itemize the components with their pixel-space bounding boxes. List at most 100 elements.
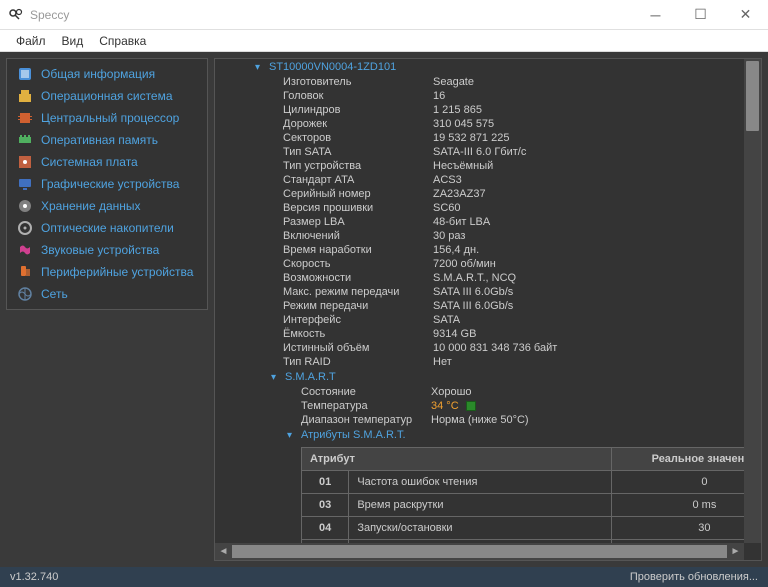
sidebar-item[interactable]: Периферийные устройства	[7, 261, 207, 283]
prop-value: 48-бит LBA	[433, 215, 490, 229]
prop-key: Режим передачи	[283, 299, 433, 313]
prop-key: Скорость	[283, 257, 433, 271]
prop-row: Скорость7200 об/мин	[215, 257, 744, 271]
smart-temp-row: Температура 34 °C	[215, 399, 744, 413]
app-icon	[8, 7, 24, 23]
sidebar-icon	[17, 66, 33, 82]
cell-real: 0	[611, 471, 744, 494]
scroll-thumb-h[interactable]	[232, 545, 727, 558]
sidebar-item[interactable]: Оптические накопители	[7, 217, 207, 239]
sidebar-label: Оптические накопители	[41, 221, 174, 235]
sidebar: Общая информация Операционная система Цент…	[0, 52, 214, 567]
sidebar-icon	[17, 132, 33, 148]
sidebar-icon	[17, 264, 33, 280]
sidebar-item[interactable]: Операционная система	[7, 85, 207, 107]
close-button[interactable]: ✕	[723, 0, 768, 29]
horizontal-scrollbar[interactable]: ◄ ►	[215, 543, 744, 560]
prop-row: Тип SATASATA-III 6.0 Гбит/с	[215, 145, 744, 159]
cell-name: Частота ошибок чтения	[349, 471, 611, 494]
content-inner: ▾ ST10000VN0004-1ZD101 ИзготовительSeaga…	[215, 59, 744, 543]
menubar: Файл Вид Справка	[0, 30, 768, 52]
sidebar-item[interactable]: Хранение данных	[7, 195, 207, 217]
scroll-right-icon[interactable]: ►	[727, 546, 744, 557]
th-real: Реальное значение	[611, 448, 744, 471]
sidebar-label: Общая информация	[41, 67, 155, 81]
label: Состояние	[301, 385, 431, 399]
prop-key: Головок	[283, 89, 433, 103]
smart-header[interactable]: ▾ S.M.A.R.T	[215, 369, 744, 385]
smart-status-row: Состояние Хорошо	[215, 385, 744, 399]
sidebar-item[interactable]: Графические устройства	[7, 173, 207, 195]
prop-value: Нет	[433, 355, 452, 369]
device-name: ST10000VN0004-1ZD101	[269, 61, 396, 73]
value: 34 °C	[431, 399, 476, 413]
content-pane: ▾ ST10000VN0004-1ZD101 ИзготовительSeaga…	[214, 52, 768, 567]
content-box: ▾ ST10000VN0004-1ZD101 ИзготовительSeaga…	[214, 58, 762, 561]
smart-table: Атрибут Реальное значение Текущее Наи 01…	[301, 447, 744, 543]
cell-id: 01	[302, 471, 349, 494]
prop-row: Макс. режим передачиSATA III 6.0Gb/s	[215, 285, 744, 299]
sidebar-label: Операционная система	[41, 89, 173, 103]
vertical-scrollbar[interactable]	[744, 59, 761, 543]
prop-row: ИзготовительSeagate	[215, 75, 744, 89]
sidebar-item[interactable]: Оперативная память	[7, 129, 207, 151]
sidebar-item[interactable]: Общая информация	[7, 63, 207, 85]
prop-value: SATA III 6.0Gb/s	[433, 285, 513, 299]
sidebar-label: Центральный процессор	[41, 111, 179, 125]
collapse-icon: ▾	[255, 62, 265, 73]
sidebar-item[interactable]: Системная плата	[7, 151, 207, 173]
prop-key: Интерфейс	[283, 313, 433, 327]
sidebar-icon	[17, 242, 33, 258]
device-header[interactable]: ▾ ST10000VN0004-1ZD101	[215, 59, 744, 75]
scroll-left-icon[interactable]: ◄	[215, 546, 232, 557]
smart-attrs-header[interactable]: ▾ Атрибуты S.M.A.R.T.	[215, 427, 744, 443]
prop-value: 1 215 865	[433, 103, 482, 117]
prop-row: Режим передачиSATA III 6.0Gb/s	[215, 299, 744, 313]
titlebar: Speccy ─ ☐ ✕	[0, 0, 768, 30]
prop-key: Дорожек	[283, 117, 433, 131]
prop-value: Несъёмный	[433, 159, 493, 173]
prop-row: Ёмкость9314 GB	[215, 327, 744, 341]
prop-row: ИнтерфейсSATA	[215, 313, 744, 327]
sidebar-icon	[17, 198, 33, 214]
prop-row: Истинный объём10 000 831 348 736 байт	[215, 341, 744, 355]
cell-name: Время раскрутки	[349, 494, 611, 517]
prop-value: S.M.A.R.T., NCQ	[433, 271, 516, 285]
collapse-icon: ▾	[271, 372, 281, 383]
sidebar-label: Графические устройства	[41, 177, 179, 191]
prop-value: SATA-III 6.0 Гбит/с	[433, 145, 526, 159]
prop-key: Секторов	[283, 131, 433, 145]
temp-indicator-icon	[466, 401, 476, 411]
window-title: Speccy	[30, 8, 633, 22]
prop-row: Время наработки156,4 дн.	[215, 243, 744, 257]
collapse-icon: ▾	[287, 430, 297, 441]
maximize-button[interactable]: ☐	[678, 0, 723, 29]
sidebar-icon	[17, 110, 33, 126]
prop-key: Тип RAID	[283, 355, 433, 369]
prop-value: 30 раз	[433, 229, 465, 243]
check-updates-link[interactable]: Проверить обновления...	[630, 571, 758, 583]
prop-key: Стандарт ATA	[283, 173, 433, 187]
menu-file[interactable]: Файл	[8, 32, 54, 50]
prop-row: Стандарт ATAACS3	[215, 173, 744, 187]
prop-key: Изготовитель	[283, 75, 433, 89]
scroll-thumb[interactable]	[746, 61, 759, 131]
menu-view[interactable]: Вид	[54, 32, 92, 50]
sidebar-item[interactable]: Сеть	[7, 283, 207, 305]
prop-row: Дорожек310 045 575	[215, 117, 744, 131]
label: Температура	[301, 399, 431, 413]
sidebar-item[interactable]: Звуковые устройства	[7, 239, 207, 261]
prop-value: 10 000 831 348 736 байт	[433, 341, 557, 355]
cell-name: Запуски/остановки	[349, 517, 611, 540]
prop-row: Тип устройстваНесъёмный	[215, 159, 744, 173]
prop-row: Серийный номерZA23AZ37	[215, 187, 744, 201]
prop-key: Размер LBA	[283, 215, 433, 229]
cell-real: 30	[611, 517, 744, 540]
menu-help[interactable]: Справка	[91, 32, 154, 50]
sidebar-item[interactable]: Центральный процессор	[7, 107, 207, 129]
minimize-button[interactable]: ─	[633, 0, 678, 29]
prop-key: Тип устройства	[283, 159, 433, 173]
prop-key: Макс. режим передачи	[283, 285, 433, 299]
prop-value: SATA	[433, 313, 460, 327]
prop-key: Серийный номер	[283, 187, 433, 201]
